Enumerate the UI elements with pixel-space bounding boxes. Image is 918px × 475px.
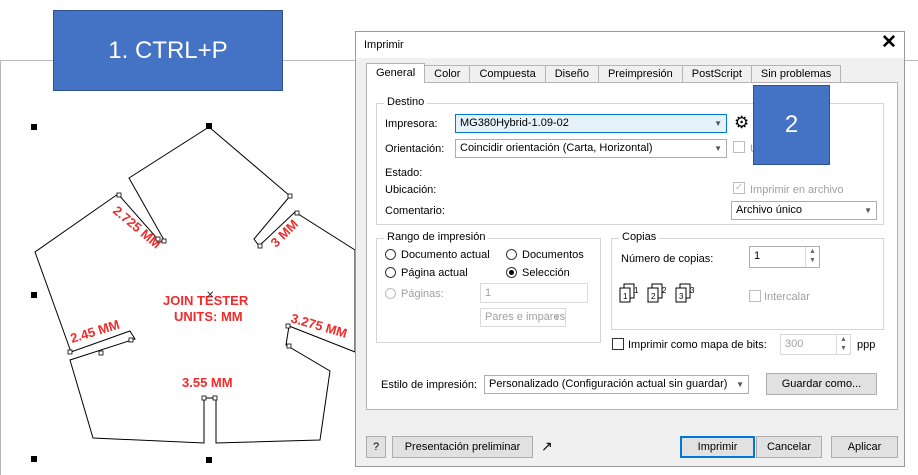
copies-count-label: Número de copias: (621, 253, 714, 265)
current-document-radio[interactable] (385, 249, 396, 260)
documents-radio[interactable] (506, 249, 517, 260)
printer-label: Impresora: (385, 118, 438, 130)
current-page-radio[interactable] (385, 267, 396, 278)
cancel-button[interactable]: Cancelar (756, 436, 822, 458)
tab-general[interactable]: General (366, 63, 426, 83)
print-to-file-label: Imprimir en archivo (750, 184, 844, 196)
destination-title: Destino (384, 96, 428, 108)
stepper-icon[interactable]: ▲ ▼ (805, 247, 819, 267)
dialog-title: Imprimir (364, 39, 404, 51)
documents-label: Documentos (522, 249, 584, 261)
collate-label: Intercalar (764, 291, 810, 303)
file-mode-select[interactable]: Archivo único ▼ (731, 201, 877, 220)
save-as-label: Guardar como... (781, 378, 862, 390)
stepper-icon[interactable]: ▲ ▼ (836, 335, 850, 354)
chevron-down-icon: ▼ (714, 119, 722, 128)
dpi-unit-label: ppp (857, 339, 876, 351)
print-as-bitmap-label: Imprimir como mapa de bits: (628, 339, 767, 351)
svg-text:3: 3 (679, 292, 684, 301)
file-mode-value: Archivo único (736, 204, 803, 216)
chevron-down-icon: ▼ (864, 206, 872, 215)
copies-count-value: 1 (754, 250, 761, 262)
orientation-value: Coincidir orientación (Carta, Horizontal… (460, 142, 653, 154)
chevron-down-icon: ▼ (736, 380, 744, 389)
tab-layout[interactable]: Diseño (544, 65, 599, 83)
dialog-titlebar: Imprimir ✕ (356, 32, 904, 58)
close-icon[interactable]: ✕ (878, 33, 900, 55)
print-button[interactable]: Imprimir (680, 436, 755, 458)
cancel-label: Cancelar (766, 441, 812, 453)
svg-text:1: 1 (634, 286, 639, 295)
orientation-label: Orientación: (385, 143, 445, 155)
apply-button[interactable]: Aplicar (831, 436, 898, 458)
print-preview-label: Presentación preliminar (404, 441, 521, 453)
print-style-value: Personalizado (Configuración actual sin … (489, 378, 728, 390)
gear-icon[interactable]: ⚙ (734, 114, 749, 131)
comment-label: Comentario: (385, 205, 445, 217)
current-page-label: Página actual (401, 267, 468, 279)
tab-composite[interactable]: Compuesta (469, 65, 546, 83)
tab-color[interactable]: Color (424, 65, 471, 83)
location-label: Ubicación: (385, 184, 437, 196)
print-style-label: Estilo de impresión: (381, 379, 477, 391)
print-label: Imprimir (697, 441, 738, 453)
print-range-title: Rango de impresión (384, 231, 489, 243)
use-ppd-checkbox[interactable] (733, 141, 745, 153)
printer-value: MG380Hybrid-1.09-02 (460, 117, 569, 129)
popout-icon[interactable]: ↗ (541, 439, 553, 453)
copies-count-input[interactable]: 1 ▲ ▼ (749, 246, 820, 268)
step-2-callout: 2 (753, 85, 830, 165)
current-document-label: Documento actual (401, 249, 490, 261)
chevron-down-icon: ▼ (714, 144, 722, 153)
chevron-down-icon: ▼ (553, 313, 561, 322)
apply-label: Aplicar (847, 441, 882, 453)
selection-radio[interactable] (506, 267, 517, 278)
pages-radio[interactable] (385, 288, 396, 299)
collate-checkbox[interactable] (749, 290, 761, 302)
svg-text:3: 3 (690, 286, 695, 295)
print-style-select[interactable]: Personalizado (Configuración actual sin … (484, 375, 749, 394)
tab-prepress[interactable]: Preimpresión (597, 65, 683, 83)
selection-label: Selección (522, 267, 570, 279)
copies-title: Copias (619, 231, 660, 243)
print-preview-button[interactable]: Presentación preliminar (392, 436, 533, 458)
pages-label: Páginas: (401, 288, 444, 300)
pages-input[interactable]: 1 (480, 283, 588, 303)
svg-text:1: 1 (623, 292, 628, 301)
help-button[interactable]: ? (366, 436, 386, 458)
save-as-button[interactable]: Guardar como... (766, 373, 877, 395)
drawing-page (0, 60, 360, 475)
orientation-select[interactable]: Coincidir orientación (Carta, Horizontal… (455, 139, 727, 158)
status-label: Estado: (385, 167, 423, 179)
step-1-callout: 1. CTRL+P (53, 10, 283, 91)
svg-text:2: 2 (662, 286, 667, 295)
printer-select[interactable]: MG380Hybrid-1.09-02 ▼ (455, 114, 727, 133)
pages-filter-select[interactable]: Pares e impares ▼ (480, 308, 566, 327)
print-to-file-checkbox[interactable]: ✓ (733, 182, 745, 194)
bitmap-dpi-input[interactable]: 300 ▲ ▼ (780, 334, 851, 355)
collate-pages-icon: 1 2 3 1 2 3 (619, 283, 695, 303)
bitmap-dpi-value: 300 (785, 338, 804, 350)
svg-text:2: 2 (651, 292, 656, 301)
print-as-bitmap-checkbox[interactable] (612, 338, 624, 350)
tab-no-issues[interactable]: Sin problemas (750, 65, 842, 83)
tab-postscript[interactable]: PostScript (681, 65, 752, 83)
tab-strip: General Color Compuesta Diseño Preimpres… (366, 63, 842, 83)
